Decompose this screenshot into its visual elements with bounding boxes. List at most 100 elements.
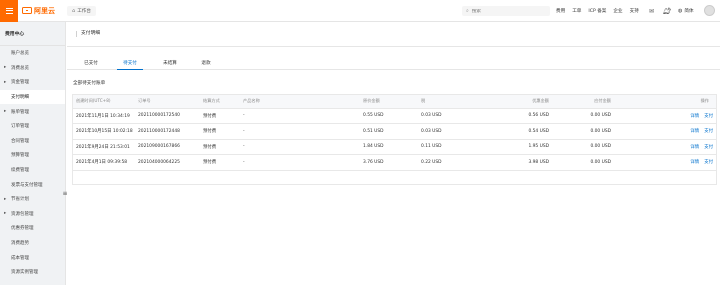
cell-ops: 详情 支付 [619, 154, 717, 171]
col-product: 产品名称 [239, 94, 359, 109]
top-links: 费用 工单 ICP 备案 企业 支持 [556, 0, 639, 22]
cell-method: 预付费 [199, 123, 239, 140]
cell-original: 0.55 USD [359, 108, 417, 124]
tab-refund[interactable]: 退款 [195, 56, 217, 70]
cell-original: 3.76 USD [359, 154, 417, 171]
sidebar-item[interactable]: 续费管理 [0, 163, 65, 178]
sidebar-item[interactable]: 资源包管理 [0, 207, 65, 222]
sidebar-item[interactable]: 成本管理 [0, 250, 65, 265]
details-link[interactable]: 详情 [690, 160, 699, 165]
sidebar-item[interactable]: 账户总览 [0, 46, 65, 61]
cell-ops: 详情 支付 [619, 108, 717, 124]
cell-discount: 1.95 USD [499, 139, 557, 155]
logo-text: 阿里云 [34, 6, 55, 15]
help-icon[interactable]: ? [668, 8, 671, 15]
sidebar-item[interactable]: 资金管理 [0, 75, 65, 90]
col-payable: 应付金额 [557, 94, 619, 109]
cell-payable: 0.00 USD [557, 154, 619, 171]
cell-method: 预付费 [199, 139, 239, 155]
sidebar-item[interactable]: 合同管理 [0, 134, 65, 149]
cell-order: 202110000172540 [134, 108, 199, 124]
section-label: 全部待支付账单 [73, 81, 106, 86]
workbench-button[interactable]: ⌂ 工作台 [67, 5, 96, 16]
pay-link[interactable]: 支付 [704, 129, 713, 134]
cell-method: 预付费 [199, 154, 239, 171]
pay-link[interactable]: 支付 [704, 145, 713, 150]
search-input[interactable] [471, 8, 542, 14]
table-row: 2021年4月1日 09:39:58 202104000064225 预付费 -3.7… [72, 154, 717, 171]
details-link[interactable]: 详情 [690, 145, 699, 150]
language-switch[interactable]: ◍ 简体 [678, 0, 694, 22]
top-link-enterprise[interactable]: 企业 [613, 8, 622, 14]
col-method: 结算方式 [199, 94, 239, 109]
cell-created: 2021年4月1日 09:39:58 [72, 154, 134, 171]
cell-discount: 0.56 USD [499, 108, 557, 124]
divider [67, 46, 720, 47]
col-original: 原价金额 [359, 94, 417, 109]
cell-tax: 0.11 USD [417, 139, 499, 155]
globe-icon: ◍ [678, 8, 683, 14]
aliyun-logo-icon [22, 7, 32, 14]
workbench-label: 工作台 [77, 8, 91, 14]
table-row: 2021年10月15日 10:02:18 202110000172448 预付费 -0… [72, 123, 717, 140]
details-link[interactable]: 详情 [690, 129, 699, 134]
home-icon: ⌂ [72, 7, 76, 14]
cell-payable: 0.00 USD [557, 108, 619, 124]
sidebar-item[interactable]: 预算管理 [0, 148, 65, 163]
sidebar-item[interactable]: 账单管理 [0, 104, 65, 119]
menu-button[interactable] [0, 0, 18, 22]
sidebar-item[interactable]: 节省计划 [0, 192, 65, 207]
tab-unsettled[interactable]: 未结算 [158, 56, 182, 70]
hamburger-icon [5, 7, 13, 9]
cell-original: 1.84 USD [359, 139, 417, 155]
cell-ops: 详情 支付 [619, 139, 717, 155]
pending-payments-table: 创建时间(UTC+8) 订单号 结算方式 产品名称 原价金额 税 优惠金额 应付… [72, 94, 717, 171]
cell-product: - [239, 123, 359, 140]
mail-icon[interactable]: ✉ [649, 8, 654, 15]
table-row: 2021年9月24日 21:53:01 202109000167866 预付费 -1.… [72, 139, 717, 155]
details-link[interactable]: 详情 [690, 114, 699, 119]
cell-created: 2021年11月1日 10:34:19 [72, 108, 134, 124]
language-label: 简体 [684, 9, 694, 14]
tab-paid[interactable]: 已支付 [79, 56, 103, 70]
cell-order: 202109000167866 [134, 139, 199, 155]
logo[interactable]: 阿里云 [22, 6, 55, 16]
search-icon: ⌕ [466, 8, 469, 14]
cell-original: 0.51 USD [359, 123, 417, 140]
pay-link[interactable]: 支付 [704, 114, 713, 119]
cell-payable: 0.00 USD [557, 139, 619, 155]
cell-ops: 详情 支付 [619, 123, 717, 140]
pay-link[interactable]: 支付 [704, 160, 713, 165]
sidebar-item[interactable]: 资源实例管理 [0, 265, 65, 280]
table-header-row: 创建时间(UTC+8) 订单号 结算方式 产品名称 原价金额 税 优惠金额 应付… [72, 94, 717, 109]
sidebar-item[interactable]: 优惠券管理 [0, 221, 65, 236]
cell-product: - [239, 108, 359, 124]
sidebar-item[interactable]: 订单管理 [0, 119, 65, 134]
sidebar-item[interactable]: 消费趋势 [0, 236, 65, 251]
top-link-fees[interactable]: 费用 [556, 8, 565, 14]
cell-order: 202104000064225 [134, 154, 199, 171]
cell-order: 202110000172448 [134, 123, 199, 140]
cell-tax: 0.22 USD [417, 154, 499, 171]
cell-product: - [239, 139, 359, 155]
tab-pending[interactable]: 待支付 [117, 56, 143, 70]
cell-created: 2021年10月15日 10:02:18 [72, 123, 134, 140]
top-link-icp[interactable]: ICP 备案 [588, 8, 606, 14]
cell-discount: 0.54 USD [499, 123, 557, 140]
top-link-support[interactable]: 支持 [630, 8, 639, 14]
tab-bar: 已支付 待支付 未结算 退款 [67, 56, 720, 70]
sidebar-item[interactable]: 支付明细 [0, 89, 65, 105]
col-ops: 操作 [619, 94, 717, 109]
help-icons: ? [668, 0, 671, 22]
sidebar-item[interactable]: 消费总览 [0, 61, 65, 76]
cell-discount: 3.98 USD [499, 154, 557, 171]
sidebar-title: 费用中心 [0, 22, 65, 46]
cell-payable: 0.00 USD [557, 123, 619, 140]
table-row: 2021年11月1日 10:34:19 202110000172540 预付费 -0.… [72, 108, 717, 124]
search-box[interactable]: ⌕ [462, 6, 550, 16]
cell-tax: 0.03 USD [417, 108, 499, 124]
avatar[interactable] [704, 5, 715, 16]
col-created[interactable]: 创建时间(UTC+8) [72, 94, 134, 109]
top-link-tickets[interactable]: 工单 [572, 8, 581, 14]
sidebar-item[interactable]: 发票与支付管理 [0, 177, 65, 192]
